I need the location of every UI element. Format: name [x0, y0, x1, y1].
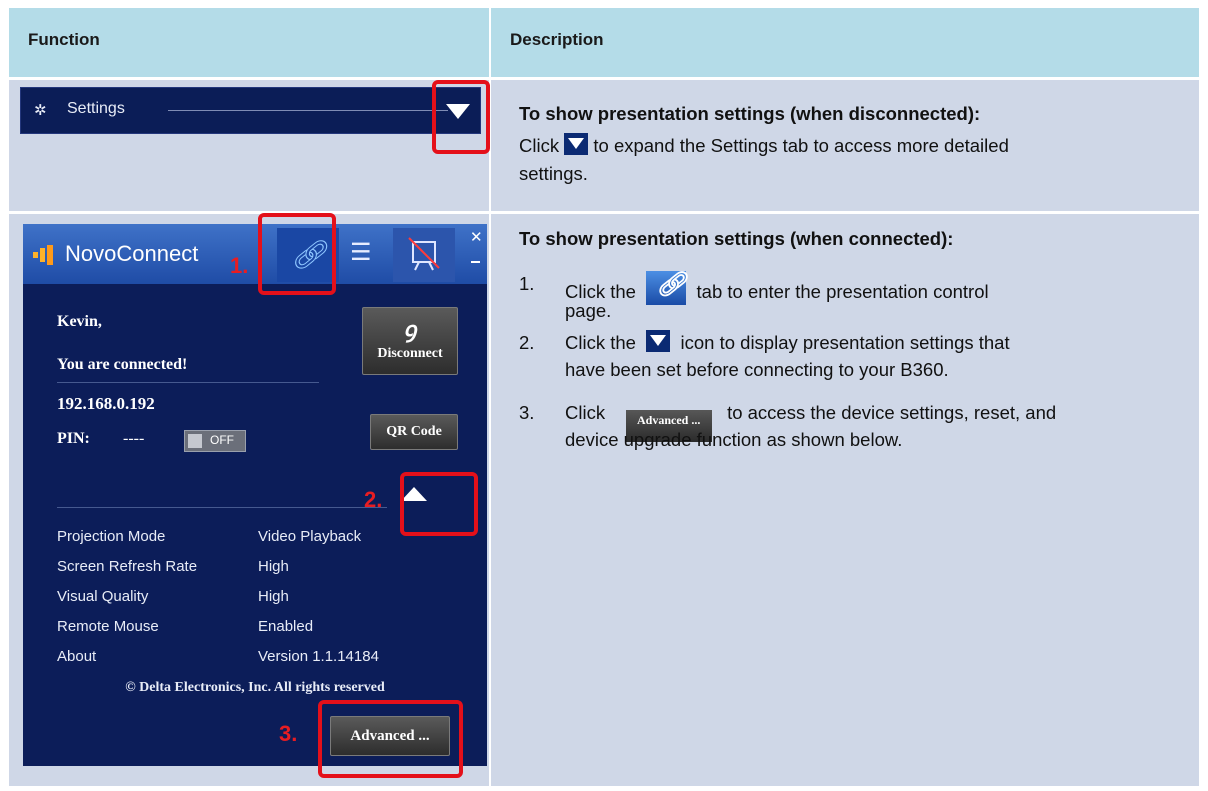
- app-name-novo: Novo: [65, 241, 117, 266]
- step-1-line-2: page.: [565, 300, 612, 321]
- callout-box: [400, 472, 478, 536]
- toggle-label: OFF: [210, 433, 234, 447]
- setting-value: High: [258, 588, 289, 605]
- expand-icon: [646, 330, 671, 352]
- row1-text: Click to expand the Settings tab to acce…: [519, 133, 1009, 159]
- step-1-line-1: 1. Click the 🔗︎ tab to enter the present…: [519, 271, 989, 305]
- setting-name: Visual Quality: [57, 588, 149, 605]
- toggle-knob: [188, 434, 202, 448]
- step-2-line-2: have been set before connecting to your …: [565, 359, 949, 380]
- step-2-line-1: 2. Click the icon to display presentatio…: [519, 330, 1010, 356]
- step-1-text: Click the 🔗︎ tab to enter the presentati…: [565, 271, 989, 305]
- callout-box: [258, 213, 336, 295]
- step-1-number: 1.: [519, 273, 535, 294]
- step-3-line-2: device upgrade function as shown below.: [565, 429, 903, 450]
- copyright: © Delta Electronics, Inc. All rights res…: [125, 680, 385, 695]
- app-name-connect: Connect: [116, 241, 199, 266]
- tab-screen[interactable]: [393, 228, 455, 282]
- header-function: Function: [28, 30, 100, 49]
- header-description: Description: [510, 30, 604, 49]
- pin-label: PIN:: [57, 430, 90, 447]
- pin-value: ----: [123, 430, 145, 447]
- step-2-number: 2.: [519, 332, 535, 353]
- callout-number-3: 3.: [279, 721, 298, 746]
- step-1-text-b: tab to enter the presentation control: [696, 281, 989, 302]
- title-bar: NovoConnect 🔗︎ ☰ ✕: [23, 224, 487, 284]
- separator: [57, 382, 319, 383]
- ip-address: 192.168.0.192: [57, 394, 155, 413]
- callout-box: [318, 700, 463, 778]
- callout-box: [432, 80, 490, 154]
- settings-label: Settings: [67, 100, 125, 117]
- callout-number-1: 1.: [230, 253, 249, 278]
- step-3-text-a: Click: [565, 402, 606, 423]
- step-3-line-1: 3. Click Advanced ... to access the devi…: [519, 400, 1056, 442]
- separator: [57, 507, 387, 508]
- step-2-text-b: icon to display presentation settings th…: [680, 332, 1010, 353]
- setting-name: Screen Refresh Rate: [57, 558, 198, 575]
- table-header: Function Description: [9, 8, 1199, 77]
- step-2-text-a: Click the: [565, 332, 636, 353]
- setting-value: Enabled: [258, 618, 314, 635]
- screen-off-icon: [408, 237, 440, 271]
- connection-status: You are connected!: [57, 356, 188, 373]
- row2-title: To show presentation settings (when conn…: [519, 228, 954, 249]
- link-tab-icon: 🔗︎: [646, 271, 687, 305]
- user-name: Kevin,: [57, 313, 102, 330]
- disconnect-label: Disconnect: [377, 346, 443, 361]
- divider: [168, 110, 448, 111]
- row1-text-line2: settings.: [519, 163, 588, 184]
- step-2-text: Click the icon to display presentation s…: [565, 330, 1010, 356]
- pin-toggle[interactable]: OFF: [184, 430, 246, 452]
- gear-icon: ✲: [34, 102, 47, 119]
- setting-value: Video Playback: [258, 528, 362, 545]
- row1-title: To show presentation settings (when disc…: [519, 103, 981, 124]
- close-icon[interactable]: ✕: [470, 228, 483, 246]
- qr-code-button[interactable]: QR Code: [370, 414, 458, 450]
- row-divider: [9, 77, 1199, 80]
- list-icon[interactable]: ☰: [350, 238, 372, 267]
- setting-value: Version 1.1.14184: [258, 648, 379, 665]
- disconnect-button[interactable]: ꝯ Disconnect: [362, 307, 458, 375]
- step-3-number: 3.: [519, 402, 535, 423]
- setting-value: High: [258, 558, 289, 575]
- expand-icon: [564, 133, 589, 155]
- setting-name: About: [57, 648, 97, 665]
- minimize-icon[interactable]: [471, 261, 480, 263]
- row-divider: [9, 211, 1199, 214]
- app-name: NovoConnect: [65, 241, 198, 267]
- row1-text-after: to expand the Settings tab to access mor…: [593, 135, 1009, 156]
- settings-bar[interactable]: ✲ Settings: [20, 87, 481, 134]
- callout-number-2: 2.: [364, 487, 383, 512]
- setting-name: Remote Mouse: [57, 618, 159, 635]
- novo-logo-icon: [33, 245, 53, 265]
- step-3-text-b: to access the device settings, reset, an…: [727, 402, 1057, 423]
- link-break-icon: ꝯ: [403, 317, 417, 342]
- setting-name: Projection Mode: [57, 528, 166, 545]
- row1-text-before: Click: [519, 135, 560, 156]
